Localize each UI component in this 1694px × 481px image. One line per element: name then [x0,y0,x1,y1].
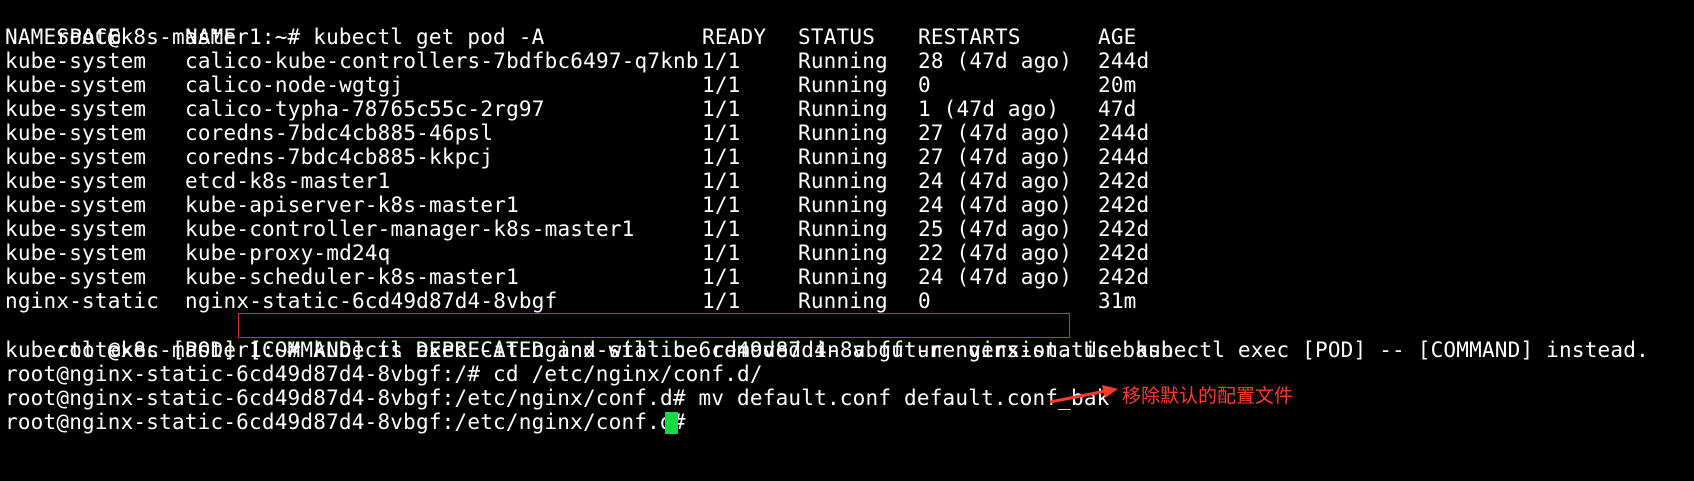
terminal-line-cd: root@nginx-static-6cd49d87d4-8vbgf:/# cd… [5,362,763,386]
table-header: NAMESPACE NAME READY STATUS RESTARTS AGE [5,25,1305,49]
header-age: AGE [1098,25,1137,49]
table-row: nginx-static nginx-static-6cd49d87d4-8vb… [5,289,1305,313]
cell-age: 242d [1098,217,1150,241]
cell-name: calico-kube-controllers-7bdfbc6497-q7knb [185,49,699,73]
cell-restarts: 22 (47d ago) [918,241,1073,265]
cell-age: 242d [1098,193,1150,217]
cell-name: kube-controller-manager-k8s-master1 [185,217,635,241]
cell-restarts: 24 (47d ago) [918,193,1073,217]
cell-status: Running [798,121,888,145]
cell-ready: 1/1 [702,73,741,97]
terminal-window[interactable]: root@k8s-master1:~# kubectl get pod -A N… [0,0,1694,479]
cell-age: 242d [1098,241,1150,265]
cell-status: Running [798,73,888,97]
cell-age: 47d [1098,97,1137,121]
table-row: kube-system calico-kube-controllers-7bdf… [5,49,1305,73]
header-namespace: NAMESPACE [5,25,121,49]
cell-restarts: 1 (47d ago) [918,97,1060,121]
cell-status: Running [798,49,888,73]
cell-restarts: 24 (47d ago) [918,169,1073,193]
table-row: kube-system coredns-7bdc4cb885-kkpcj 1/1… [5,145,1305,169]
cell-namespace: kube-system [5,241,147,265]
cell-restarts: 28 (47d ago) [918,49,1073,73]
cell-age: 244d [1098,121,1150,145]
arrow-icon [1049,385,1118,404]
cell-ready: 1/1 [702,121,741,145]
terminal-line-get-pods: root@k8s-master1:~# kubectl get pod -A [5,1,544,49]
header-name: NAME [185,25,237,49]
cell-ready: 1/1 [702,145,741,169]
deprecation-warning: kubectl exec [POD] [COMMAND] is DEPRECAT… [5,338,1649,362]
cell-status: Running [798,265,888,289]
cell-age: 242d [1098,169,1150,193]
terminal-line-mv: root@nginx-static-6cd49d87d4-8vbgf:/etc/… [5,386,1110,410]
header-status: STATUS [798,25,876,49]
cell-name: etcd-k8s-master1 [185,169,391,193]
table-row: kube-system coredns-7bdc4cb885-46psl 1/1… [5,121,1305,145]
cell-namespace: kube-system [5,145,147,169]
cell-namespace: kube-system [5,217,147,241]
cell-name: kube-scheduler-k8s-master1 [185,265,519,289]
header-ready: READY [702,25,767,49]
cell-namespace: nginx-static [5,289,160,313]
table-row: kube-system kube-controller-manager-k8s-… [5,217,1305,241]
table-row: kube-system calico-node-wgtgj 1/1 Runnin… [5,73,1305,97]
cell-restarts: 27 (47d ago) [918,121,1073,145]
header-restarts: RESTARTS [918,25,1021,49]
cell-status: Running [798,289,888,313]
cell-restarts: 24 (47d ago) [918,265,1073,289]
cell-age: 20m [1098,73,1137,97]
annotation-label: 移除默认的配置文件 [1122,385,1294,407]
cell-name: kube-proxy-md24q [185,241,391,265]
table-row: kube-system kube-proxy-md24q 1/1 Running… [5,241,1305,265]
cell-namespace: kube-system [5,73,147,97]
cell-restarts: 0 [918,289,931,313]
cell-namespace: kube-system [5,97,147,121]
highlight-box [238,313,1070,338]
cell-ready: 1/1 [702,169,741,193]
table-row: kube-system etcd-k8s-master1 1/1 Running… [5,169,1305,193]
cell-status: Running [798,97,888,121]
cell-ready: 1/1 [702,97,741,121]
cell-ready: 1/1 [702,265,741,289]
table-row: kube-system kube-scheduler-k8s-master1 1… [5,265,1305,289]
cell-restarts: 25 (47d ago) [918,217,1073,241]
cell-status: Running [798,145,888,169]
cell-name: kube-apiserver-k8s-master1 [185,193,519,217]
table-row: kube-system calico-typha-78765c55c-2rg97… [5,97,1305,121]
cell-name: calico-typha-78765c55c-2rg97 [185,97,545,121]
cell-name: coredns-7bdc4cb885-46psl [185,121,494,145]
cursor-block [665,412,678,434]
cell-namespace: kube-system [5,193,147,217]
cell-age: 244d [1098,145,1150,169]
cell-status: Running [798,241,888,265]
cell-age: 242d [1098,265,1150,289]
cell-status: Running [798,217,888,241]
cell-namespace: kube-system [5,121,147,145]
cell-namespace: kube-system [5,169,147,193]
cell-name: calico-node-wgtgj [185,73,404,97]
cell-ready: 1/1 [702,217,741,241]
terminal-line-current-prompt[interactable]: root@nginx-static-6cd49d87d4-8vbgf:/etc/… [5,410,699,434]
cell-age: 31m [1098,289,1137,313]
table-row: kube-system kube-apiserver-k8s-master1 1… [5,193,1305,217]
cell-ready: 1/1 [702,289,741,313]
cell-name: coredns-7bdc4cb885-kkpcj [185,145,494,169]
cell-restarts: 0 [918,73,931,97]
cell-ready: 1/1 [702,193,741,217]
cell-age: 244d [1098,49,1150,73]
cell-namespace: kube-system [5,49,147,73]
cell-status: Running [798,169,888,193]
cell-name: nginx-static-6cd49d87d4-8vbgf [185,289,558,313]
cell-restarts: 27 (47d ago) [918,145,1073,169]
cell-namespace: kube-system [5,265,147,289]
cell-ready: 1/1 [702,49,741,73]
cell-status: Running [798,193,888,217]
cell-ready: 1/1 [702,241,741,265]
